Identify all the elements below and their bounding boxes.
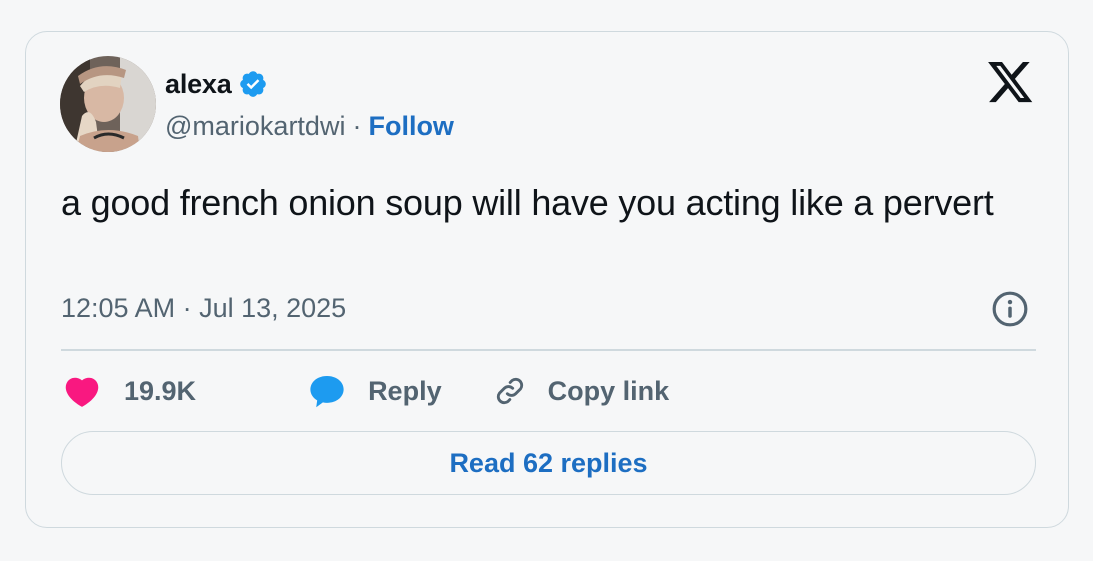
divider — [61, 349, 1036, 351]
author-handle[interactable]: @mariokartdwi — [165, 111, 345, 142]
author-handle-row: @mariokartdwi · Follow — [165, 108, 454, 144]
like-button[interactable]: 19.9K — [64, 374, 196, 408]
reply-button[interactable]: Reply — [308, 372, 442, 410]
link-icon — [496, 377, 523, 405]
tweet-text: a good french onion soup will have you a… — [61, 182, 994, 223]
author-name-row: alexa — [165, 64, 268, 104]
heart-icon — [65, 377, 99, 407]
verified-badge-icon — [239, 71, 266, 97]
like-count: 19.9K — [124, 375, 197, 406]
avatar[interactable] — [60, 56, 156, 152]
follow-button[interactable]: Follow — [368, 111, 453, 142]
info-icon[interactable] — [991, 290, 1029, 328]
tweet-embed-card: alexa @mariokartdwi · Follow a good fren… — [25, 31, 1069, 528]
author-name[interactable]: alexa — [165, 69, 232, 100]
speech-bubble-icon — [310, 375, 344, 408]
reply-label: Reply — [368, 375, 442, 406]
separator-dot: · — [352, 110, 362, 141]
action-bar: 19.9K Reply Copy link — [64, 367, 669, 415]
tweet-timestamp[interactable]: 12:05 AM · Jul 13, 2025 — [61, 290, 346, 326]
read-replies-button[interactable]: Read 62 replies — [61, 431, 1036, 495]
copy-link-label: Copy link — [547, 375, 670, 406]
copy-link-button[interactable]: Copy link — [492, 373, 670, 409]
x-logo-icon[interactable] — [988, 62, 1034, 104]
